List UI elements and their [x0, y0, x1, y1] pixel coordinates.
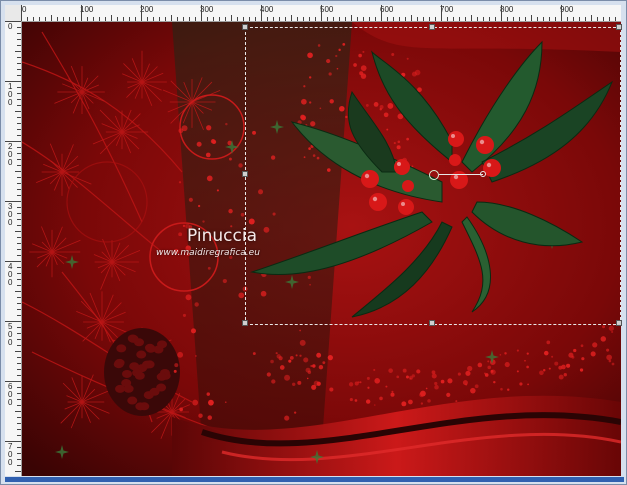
editor-window: 0 100 200 300 400 500 600 700 800 900 0 …: [0, 0, 627, 485]
selection-handle-icon[interactable]: [429, 320, 435, 326]
selection-handle-icon[interactable]: [616, 320, 622, 326]
image-canvas[interactable]: Pinuccia www.maidiregrafica.eu: [22, 22, 621, 476]
horizontal-ruler[interactable]: 0 100 200 300 400 500 600 700 800 900: [21, 5, 621, 22]
rotation-arm: [439, 174, 483, 175]
ruler-corner: [5, 5, 22, 22]
selection-handle-icon[interactable]: [242, 24, 248, 30]
horizontal-ruler-ticks: [21, 5, 616, 21]
watermark-url: www.maidiregrafica.eu: [156, 248, 260, 258]
selection-handle-icon[interactable]: [242, 171, 248, 177]
selection-handle-icon[interactable]: [616, 24, 622, 30]
rotation-pivot-icon[interactable]: [429, 170, 439, 180]
watermark-title: Pinuccia: [187, 226, 257, 246]
vertical-ruler[interactable]: 0 100 200 300 400 500 600 700: [5, 21, 22, 476]
rotation-handle-icon[interactable]: [480, 171, 486, 177]
selection-handle-icon[interactable]: [242, 320, 248, 326]
christmas-artwork: [22, 22, 621, 476]
window-bottom-bar: [5, 477, 624, 482]
vertical-ruler-ticks: [5, 21, 21, 472]
selection-handle-icon[interactable]: [429, 24, 435, 30]
